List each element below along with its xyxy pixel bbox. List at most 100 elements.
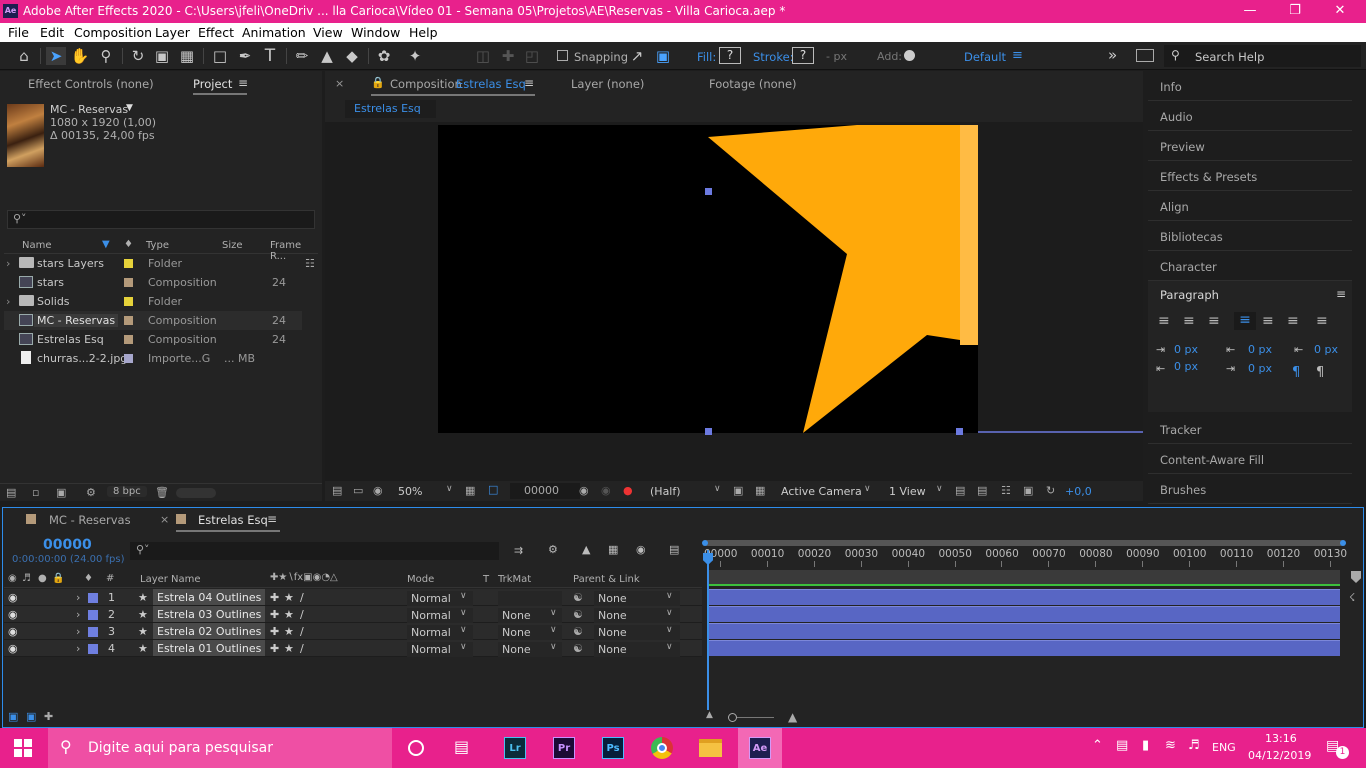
stroke-swatch[interactable]: ? <box>792 47 814 64</box>
timeline-layer-row[interactable]: ◉ › 2 ★ Estrela 03 Outlines ✚ ★ ∕ Normal ∨ None ∨ ☯ N… <box>4 606 702 623</box>
volume-icon[interactable]: ♬ <box>1188 738 1200 753</box>
column-mode[interactable]: Mode <box>407 574 434 585</box>
network-icon[interactable]: ▤ <box>1116 738 1128 753</box>
chevron-down-icon[interactable]: ∨ <box>446 484 453 494</box>
trash-icon[interactable]: 🗑 <box>155 486 169 499</box>
audio-column-icon[interactable]: ♬ <box>22 573 31 584</box>
justify-all-icon[interactable]: ≡ <box>1316 313 1328 329</box>
tab-composition-name[interactable]: Estrelas Esq <box>456 77 526 91</box>
snap-features-icon[interactable]: ▣ <box>653 47 673 65</box>
eye-visibility-icon[interactable]: ◉ <box>8 608 18 621</box>
layer-name[interactable]: Estrela 03 Outlines <box>153 606 265 622</box>
pick-whip-icon[interactable]: ☯ <box>573 625 583 638</box>
character-panel-tab[interactable]: Character <box>1148 251 1352 281</box>
resolution-dropdown[interactable]: (Half) <box>650 485 681 498</box>
project-item-row[interactable]: stars Composition 24 <box>4 273 302 292</box>
menu-view[interactable]: View <box>313 25 343 40</box>
selection-tool-icon[interactable]: ➤ <box>46 47 66 65</box>
shy-layers-icon[interactable]: ▲ <box>582 543 590 556</box>
menu-layer[interactable]: Layer <box>155 25 190 40</box>
zoom-out-icon[interactable]: ▲ <box>706 710 713 720</box>
column-trkmat[interactable]: TrkMat <box>498 574 531 585</box>
first-line-indent-value[interactable]: 0 px <box>1314 343 1338 356</box>
track-matte-dropdown[interactable] <box>498 591 562 606</box>
show-hidden-icons[interactable]: ⌃ <box>1092 738 1103 753</box>
label-color-swatch[interactable] <box>88 644 98 654</box>
expand-arrow-icon[interactable]: › <box>76 642 80 655</box>
label-column-icon[interactable]: ♦ <box>124 239 133 250</box>
menu-effect[interactable]: Effect <box>198 25 234 40</box>
expand-arrow-icon[interactable]: › <box>6 257 10 270</box>
photoshop-app-icon[interactable]: Ps <box>602 737 624 759</box>
eraser-tool-icon[interactable]: ◆ <box>342 47 362 65</box>
panel-menu-icon[interactable]: ≡ <box>267 512 277 526</box>
justify-left-icon[interactable]: ≡ <box>1234 312 1256 330</box>
view-layout-dropdown[interactable]: 1 View <box>889 485 926 498</box>
column-name[interactable]: Name <box>22 240 52 251</box>
chevron-down-icon[interactable]: ∨ <box>666 608 673 618</box>
camera-tool-icon[interactable]: ▣ <box>152 47 172 65</box>
project-item-row[interactable]: › stars Layers Folder <box>4 254 302 273</box>
space-after-value[interactable]: 0 px <box>1248 362 1272 375</box>
puppet-pin-tool-icon[interactable]: ✦ <box>405 47 425 65</box>
project-item-row[interactable]: churras...2-2.jpg Importe...G ... MB <box>4 349 302 368</box>
close-tab-icon[interactable]: × <box>335 77 344 90</box>
align-left-icon[interactable]: ≡ <box>1158 313 1170 329</box>
quality-switch-icon[interactable]: ★ <box>284 625 294 638</box>
chevron-down-icon[interactable]: ∨ <box>460 591 467 601</box>
sort-arrow-icon[interactable]: ▼ <box>102 239 110 250</box>
quality-line-icon[interactable]: ∕ <box>300 591 304 604</box>
after-effects-taskbar-active[interactable]: Ae <box>738 728 782 768</box>
clock-time[interactable]: 13:16 <box>1265 732 1297 745</box>
justify-center-icon[interactable]: ≡ <box>1262 313 1274 329</box>
preview-panel-tab[interactable]: Preview <box>1148 131 1352 161</box>
ltr-direction-icon[interactable]: ¶ <box>1292 365 1300 380</box>
collapse-transform-switch-icon[interactable]: ✚ <box>270 625 279 638</box>
timeline-layer-row[interactable]: ◉ › 1 ★ Estrela 04 Outlines ✚ ★ ∕ Normal ∨ ☯ None ∨ <box>4 589 702 606</box>
exposure-value[interactable]: +0,0 <box>1065 485 1092 498</box>
column-type[interactable]: Type <box>146 240 169 251</box>
eye-visibility-icon[interactable]: ◉ <box>8 642 18 655</box>
menu-help[interactable]: Help <box>409 25 438 40</box>
panel-menu-icon[interactable]: ≡ <box>238 76 248 90</box>
viewer-area[interactable] <box>325 122 1143 483</box>
collapse-transform-switch-icon[interactable]: ✚ <box>270 591 279 604</box>
brush-tool-icon[interactable]: ✏ <box>292 47 312 65</box>
panel-menu-icon[interactable]: ≡ <box>524 76 534 90</box>
expand-arrow-icon[interactable]: › <box>76 591 80 604</box>
pixel-aspect-icon[interactable]: ▤ <box>955 484 965 497</box>
label-color-swatch[interactable] <box>124 259 133 268</box>
effects-presets-panel-tab[interactable]: Effects & Presets <box>1148 161 1352 191</box>
draft-3d-icon[interactable]: ⚙ <box>548 543 558 556</box>
chevron-down-icon[interactable]: ∨ <box>460 625 467 635</box>
local-axis-icon[interactable]: ◫ <box>473 47 493 65</box>
rtl-direction-icon[interactable]: ¶ <box>1316 365 1324 380</box>
close-tab-icon[interactable]: × <box>160 513 169 526</box>
expand-arrow-icon[interactable]: › <box>76 625 80 638</box>
label-color-swatch[interactable] <box>124 335 133 344</box>
snapping-checkbox[interactable] <box>557 50 568 61</box>
roto-brush-tool-icon[interactable]: ✿ <box>374 47 394 65</box>
premiere-app-icon[interactable]: Pr <box>553 737 575 759</box>
column-parent-link[interactable]: Parent & Link <box>573 574 640 585</box>
battery-icon[interactable]: ▮ <box>1142 738 1149 753</box>
quality-line-icon[interactable]: ∕ <box>300 608 304 621</box>
chevron-down-icon[interactable]: ∨ <box>460 608 467 618</box>
add-icon[interactable] <box>904 50 915 61</box>
maximize-button[interactable]: ❐ <box>1275 1 1315 21</box>
menu-animation[interactable]: Animation <box>242 25 306 40</box>
indent-left-value[interactable]: 0 px <box>1174 343 1198 356</box>
tracker-panel-tab[interactable]: Tracker <box>1148 414 1352 444</box>
pick-whip-icon[interactable]: ☯ <box>573 591 583 604</box>
lightroom-app-icon[interactable]: Lr <box>504 737 526 759</box>
transparency-grid-icon[interactable]: ▦ <box>755 484 765 497</box>
pick-whip-icon[interactable]: ☯ <box>573 608 583 621</box>
interpret-footage-icon[interactable]: ▤ <box>6 486 16 499</box>
wifi-icon[interactable]: ≋ <box>1165 738 1176 753</box>
show-snapshot-icon[interactable]: ◉ <box>601 484 611 497</box>
project-settings-icon[interactable]: ⚙ <box>86 486 96 499</box>
timeline-layer-row[interactable]: ◉ › 3 ★ Estrela 02 Outlines ✚ ★ ∕ Normal ∨ None ∨ ☯ N… <box>4 623 702 640</box>
layer-name[interactable]: Estrela 04 Outlines <box>153 589 265 605</box>
info-panel-tab[interactable]: Info <box>1148 71 1352 101</box>
work-area-bar[interactable] <box>704 540 1344 546</box>
